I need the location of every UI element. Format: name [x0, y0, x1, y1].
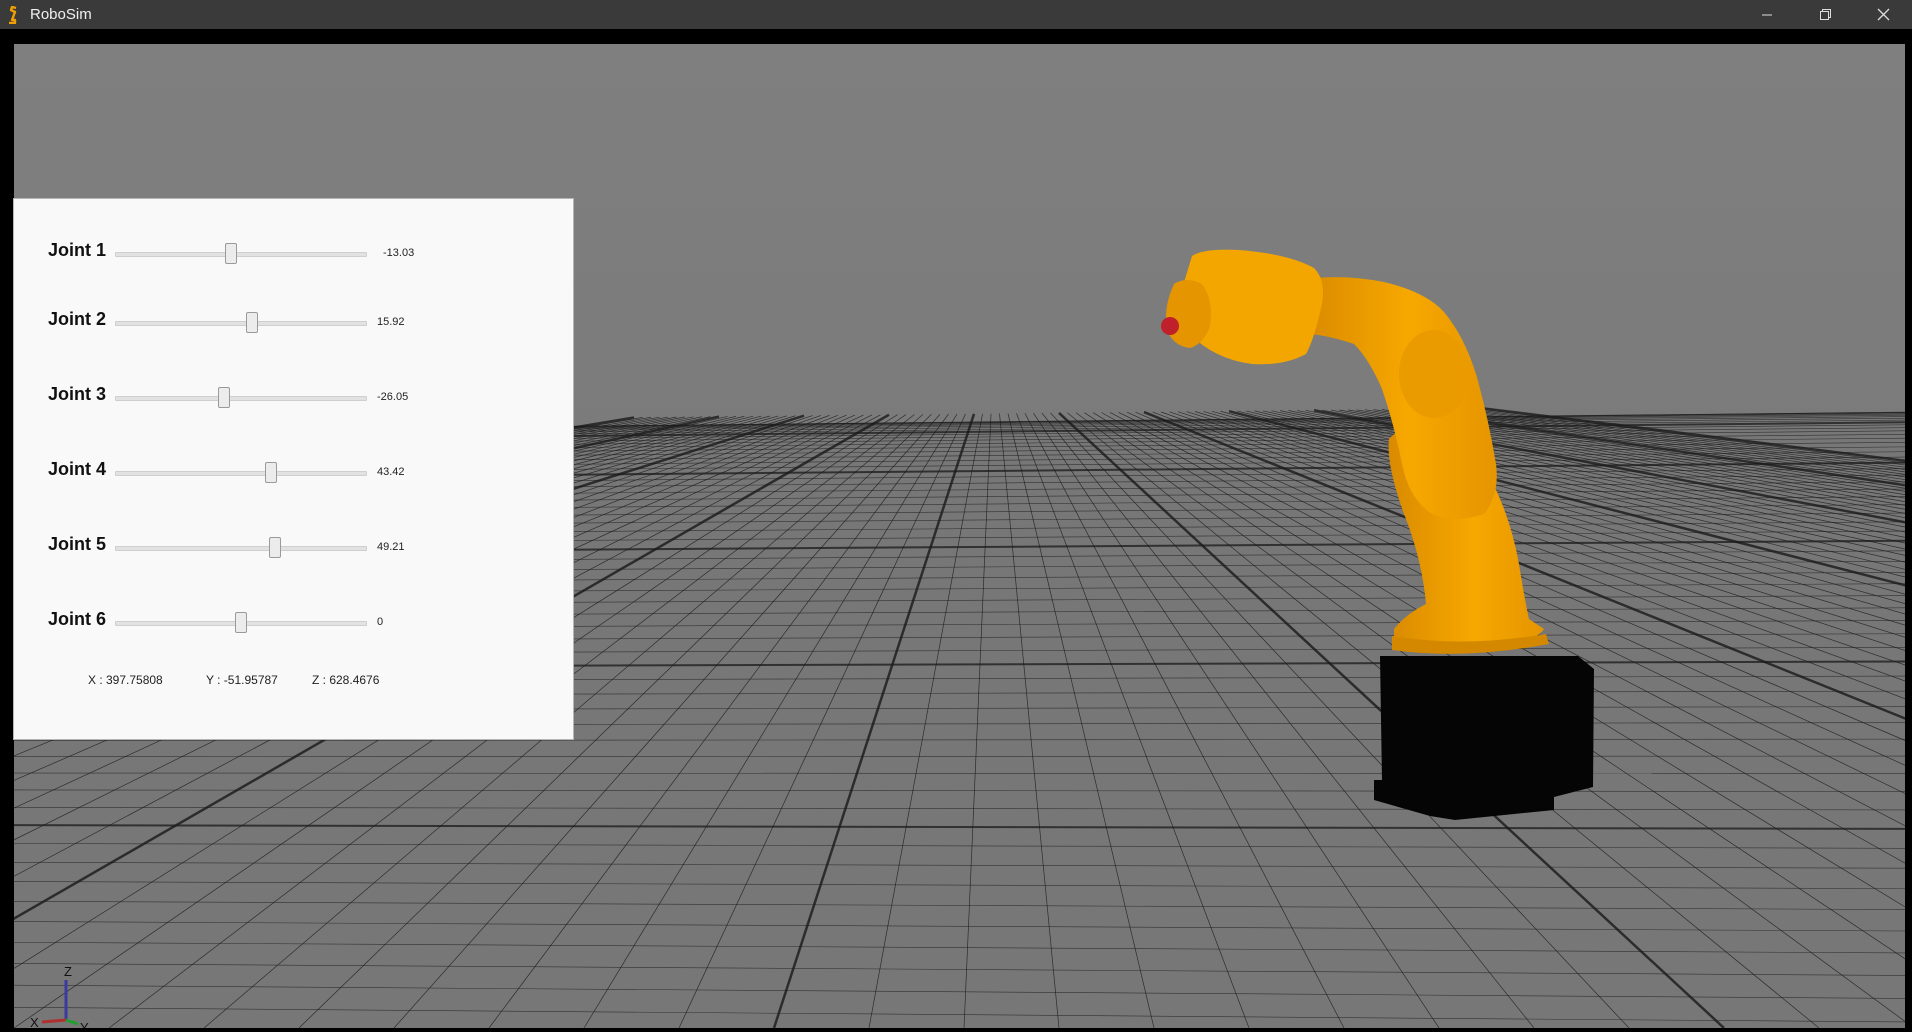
coord-x-readout: X : 397.75808 [88, 673, 163, 687]
tool-tip [1161, 317, 1179, 335]
axis-y-label: Y [80, 1020, 89, 1028]
minimize-button[interactable] [1738, 0, 1796, 29]
joint-6-label: Joint 6 [48, 609, 107, 629]
joint-row-3: Joint 3 -26.05 [14, 376, 575, 416]
window-controls [1738, 0, 1912, 29]
joint-control-panel: Joint 1 -13.03 Joint 2 15.92 Joint 3 -26… [13, 198, 574, 740]
joint-4-label: Joint 4 [48, 459, 107, 479]
y-axis-line [65, 1018, 79, 1026]
joint-6-value: 0 [377, 616, 384, 628]
close-button[interactable] [1854, 0, 1912, 29]
axis-gizmo: Z X Y [28, 964, 108, 1028]
joint-5-label: Joint 5 [48, 534, 107, 554]
coord-y-readout: Y : -51.95787 [206, 673, 278, 687]
joint-3-slider[interactable] [115, 387, 367, 408]
joint-3-slider-thumb[interactable] [217, 387, 230, 408]
joint-row-2: Joint 2 15.92 [14, 301, 575, 341]
joint-2-slider-thumb[interactable] [246, 312, 259, 333]
joint-1-label: Joint 1 [48, 240, 107, 260]
joint-5-slider-thumb[interactable] [268, 537, 281, 558]
minimize-icon [1762, 14, 1772, 15]
close-icon [1877, 8, 1889, 21]
joint-row-4: Joint 4 43.42 [14, 451, 575, 491]
joint-3-value: -26.05 [377, 391, 409, 403]
joint-3-label: Joint 3 [48, 384, 107, 404]
joint-row-6: Joint 6 0 [14, 601, 575, 641]
joint-5-value: 49.21 [377, 541, 405, 553]
restore-button[interactable] [1796, 0, 1854, 29]
joint-1-slider[interactable] [115, 243, 367, 264]
coord-z-readout: Z : 628.4676 [312, 673, 380, 687]
axis-x-label: X [30, 1015, 39, 1028]
joint-4-value: 43.42 [377, 466, 405, 478]
joint-6-slider-thumb[interactable] [235, 612, 247, 633]
robot-shoulder [1399, 330, 1469, 418]
joint-2-slider[interactable] [115, 312, 367, 333]
joint-row-5: Joint 5 49.21 [14, 526, 575, 566]
joint-6-slider[interactable] [115, 612, 367, 633]
joint-row-1: Joint 1 -13.03 [14, 232, 575, 272]
joint-1-value: -13.03 [383, 247, 415, 259]
axis-z-label: Z [64, 966, 72, 979]
joint-2-value: 15.92 [377, 316, 405, 328]
x-axis-line [41, 1018, 67, 1024]
joint-5-slider[interactable] [115, 537, 367, 558]
joint-4-slider-thumb[interactable] [265, 462, 277, 483]
joint-4-slider[interactable] [115, 462, 367, 483]
title-bar: RoboSim [0, 0, 1912, 29]
robot-arm-icon [9, 5, 17, 24]
joint-1-slider-thumb[interactable] [225, 243, 237, 264]
joint-2-label: Joint 2 [48, 309, 107, 329]
window-title: RoboSim [30, 6, 92, 23]
restore-icon [1819, 9, 1831, 20]
